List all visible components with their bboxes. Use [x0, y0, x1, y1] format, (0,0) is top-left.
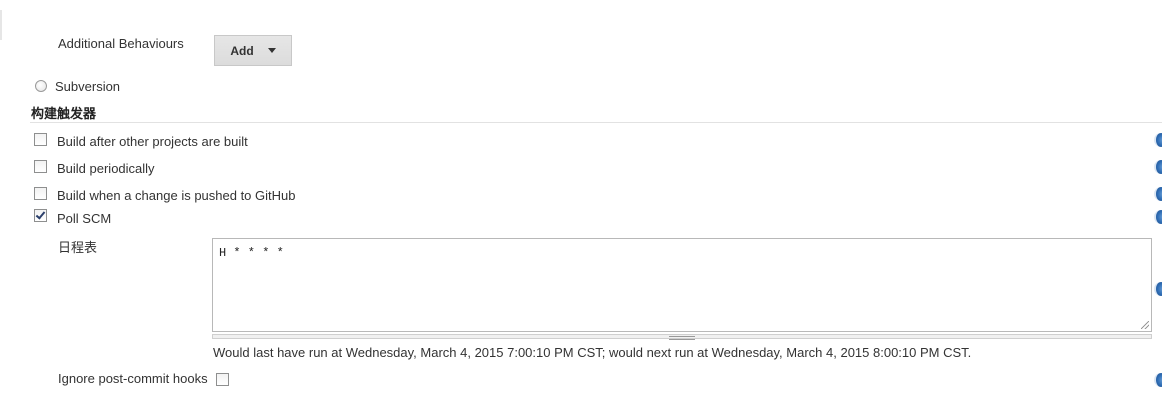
add-button-label: Add — [230, 43, 254, 58]
job-config-page: Additional Behaviours Add Subversion 构建触… — [0, 0, 1162, 406]
build-on-github-push-label: Build when a change is pushed to GitHub — [57, 188, 296, 203]
caret-down-icon — [267, 48, 276, 53]
schedule-textarea[interactable]: H * * * * — [212, 238, 1152, 332]
help-icon[interactable] — [1154, 187, 1162, 201]
build-after-other-checkbox[interactable] — [34, 133, 47, 146]
help-icon[interactable] — [1154, 133, 1162, 147]
poll-scm-label: Poll SCM — [57, 211, 112, 226]
add-behaviour-button[interactable]: Add — [214, 35, 292, 66]
build-triggers-title: 构建触发器 — [31, 106, 97, 121]
build-after-other-label: Build after other projects are built — [57, 134, 248, 149]
build-periodically-checkbox[interactable] — [34, 160, 47, 173]
section-divider — [30, 122, 1162, 123]
subversion-radio[interactable] — [35, 80, 47, 92]
subversion-label: Subversion — [55, 79, 121, 94]
ignore-post-commit-label: Ignore post-commit hooks — [58, 371, 208, 386]
build-periodically-label: Build periodically — [57, 161, 155, 176]
ignore-post-commit-checkbox[interactable] — [216, 373, 229, 386]
additional-behaviours-label: Additional Behaviours — [58, 36, 184, 51]
schedule-label: 日程表 — [58, 240, 98, 255]
help-icon[interactable] — [1154, 373, 1162, 387]
help-icon[interactable] — [1154, 282, 1162, 296]
textarea-resize-bar[interactable] — [212, 334, 1152, 340]
schedule-hint: Would last have run at Wednesday, March … — [213, 345, 972, 360]
resize-handle-icon[interactable] — [669, 336, 695, 340]
build-on-github-push-checkbox[interactable] — [34, 187, 47, 200]
poll-scm-checkbox[interactable] — [34, 209, 47, 222]
resize-grip-icon[interactable] — [1141, 321, 1149, 329]
schedule-value: H * * * * — [219, 246, 284, 260]
left-divider — [0, 10, 2, 40]
help-icon[interactable] — [1154, 210, 1162, 224]
help-icon[interactable] — [1154, 160, 1162, 174]
